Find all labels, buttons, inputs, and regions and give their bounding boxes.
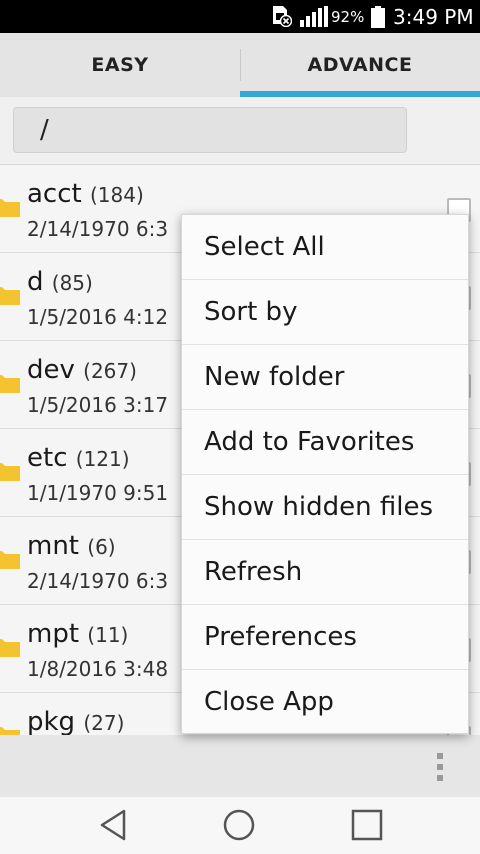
menu-item-close-app[interactable]: Close App bbox=[182, 670, 468, 735]
folder-icon bbox=[0, 463, 20, 481]
folder-icon bbox=[0, 727, 20, 735]
file-name: d (85) bbox=[27, 267, 93, 297]
status-time: 3:49 PM bbox=[393, 5, 474, 29]
menu-item-refresh[interactable]: Refresh bbox=[182, 540, 468, 605]
menu-item-add-to-favorites[interactable]: Add to Favorites bbox=[182, 410, 468, 475]
file-count: (6) bbox=[87, 535, 116, 559]
overflow-menu-icon[interactable] bbox=[430, 751, 450, 783]
file-name: etc (121) bbox=[27, 443, 130, 473]
folder-icon bbox=[0, 375, 20, 393]
file-name: dev (267) bbox=[27, 355, 137, 385]
signal-icon bbox=[300, 6, 328, 27]
path-field[interactable]: / bbox=[13, 107, 407, 153]
tab-bar: EASY ADVANCE bbox=[0, 33, 480, 97]
file-count: (121) bbox=[75, 447, 130, 471]
file-date: 1/5/2016 3:17 bbox=[27, 393, 169, 417]
file-date: 1/1/1970 9:51 bbox=[27, 481, 169, 505]
menu-item-preferences[interactable]: Preferences bbox=[182, 605, 468, 670]
path-bar: / bbox=[0, 97, 480, 165]
file-name: mpt (11) bbox=[27, 619, 129, 649]
battery-percent: 92% bbox=[331, 8, 365, 26]
folder-icon bbox=[0, 199, 20, 217]
folder-icon bbox=[0, 639, 20, 657]
file-name: acct (184) bbox=[27, 179, 144, 209]
file-date: 2/14/1970 6:3 bbox=[27, 217, 169, 241]
bottom-action-bar bbox=[0, 735, 480, 797]
overflow-popup-menu: Select All Sort by New folder Add to Fav… bbox=[181, 214, 469, 734]
file-count: (27) bbox=[83, 711, 125, 735]
file-name: mnt (6) bbox=[27, 531, 116, 561]
back-icon[interactable] bbox=[96, 807, 132, 843]
file-count: (267) bbox=[83, 359, 137, 383]
tab-easy[interactable]: EASY bbox=[0, 33, 240, 97]
folder-icon bbox=[0, 287, 20, 305]
menu-item-sort-by[interactable]: Sort by bbox=[182, 280, 468, 345]
tab-advance[interactable]: ADVANCE bbox=[240, 33, 480, 97]
folder-icon bbox=[0, 551, 20, 569]
status-bar: 92% 3:49 PM bbox=[0, 0, 480, 33]
file-name: pkg (27) bbox=[27, 707, 125, 735]
recent-apps-icon[interactable] bbox=[349, 807, 385, 843]
file-date: 2/14/1970 6:3 bbox=[27, 569, 169, 593]
file-count: (11) bbox=[87, 623, 129, 647]
menu-item-select-all[interactable]: Select All bbox=[182, 215, 468, 280]
menu-item-show-hidden-files[interactable]: Show hidden files bbox=[182, 475, 468, 540]
file-date: 1/8/2016 3:48 bbox=[27, 657, 169, 681]
navigation-bar bbox=[0, 797, 480, 854]
menu-item-new-folder[interactable]: New folder bbox=[182, 345, 468, 410]
file-date: 1/5/2016 4:12 bbox=[27, 305, 169, 329]
file-count: (85) bbox=[51, 271, 93, 295]
sim-error-icon bbox=[273, 6, 292, 27]
home-icon[interactable] bbox=[221, 807, 257, 843]
file-count: (184) bbox=[89, 183, 144, 207]
battery-icon bbox=[371, 6, 385, 28]
